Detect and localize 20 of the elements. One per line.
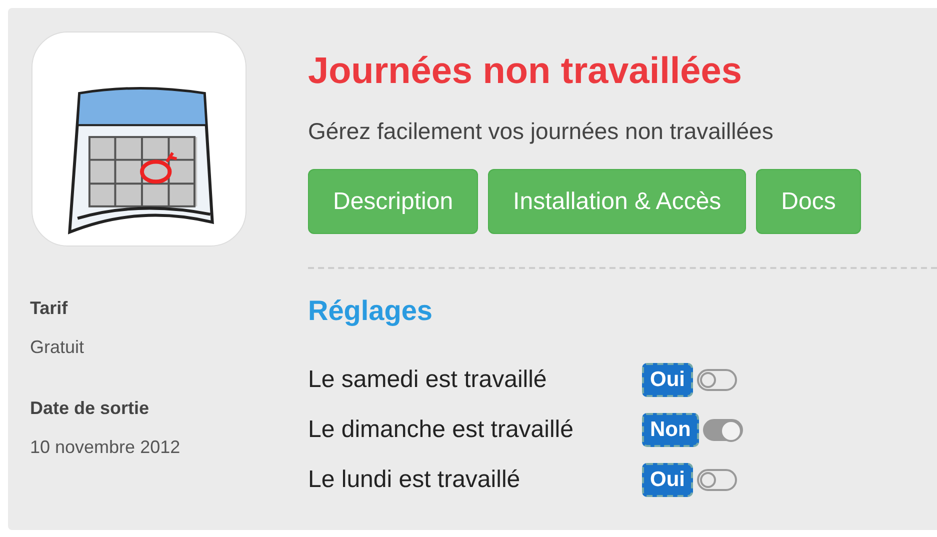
info-value: 10 novembre 2012 bbox=[30, 437, 182, 458]
info-label: Tarif bbox=[30, 298, 69, 319]
app-subtitle: Gérez facilement vos journées non travaillées bbox=[308, 118, 774, 145]
info-value: Gratuit bbox=[30, 337, 86, 358]
tab-button[interactable]: Docs bbox=[756, 169, 861, 234]
setting-label: Le samedi est travaillé bbox=[308, 366, 548, 394]
tab-button[interactable]: Description bbox=[308, 169, 478, 234]
tab-button[interactable]: Installation & Accès bbox=[488, 169, 746, 234]
calendar-app-icon bbox=[30, 30, 248, 248]
toggle-switch[interactable] bbox=[697, 469, 737, 491]
toggle-switch[interactable] bbox=[697, 369, 737, 391]
state-badge: Non bbox=[642, 413, 699, 447]
app-title: Journées non travaillées bbox=[308, 50, 743, 92]
section-heading: Réglages bbox=[308, 295, 434, 327]
setting-label: Le lundi est travaillé bbox=[308, 466, 522, 494]
info-label: Date de sortie bbox=[30, 398, 150, 419]
state-badge: Oui bbox=[642, 363, 693, 397]
setting-label: Le dimanche est travaillé bbox=[308, 416, 574, 444]
state-badge: Oui bbox=[642, 463, 693, 497]
toggle-switch[interactable] bbox=[702, 419, 743, 441]
